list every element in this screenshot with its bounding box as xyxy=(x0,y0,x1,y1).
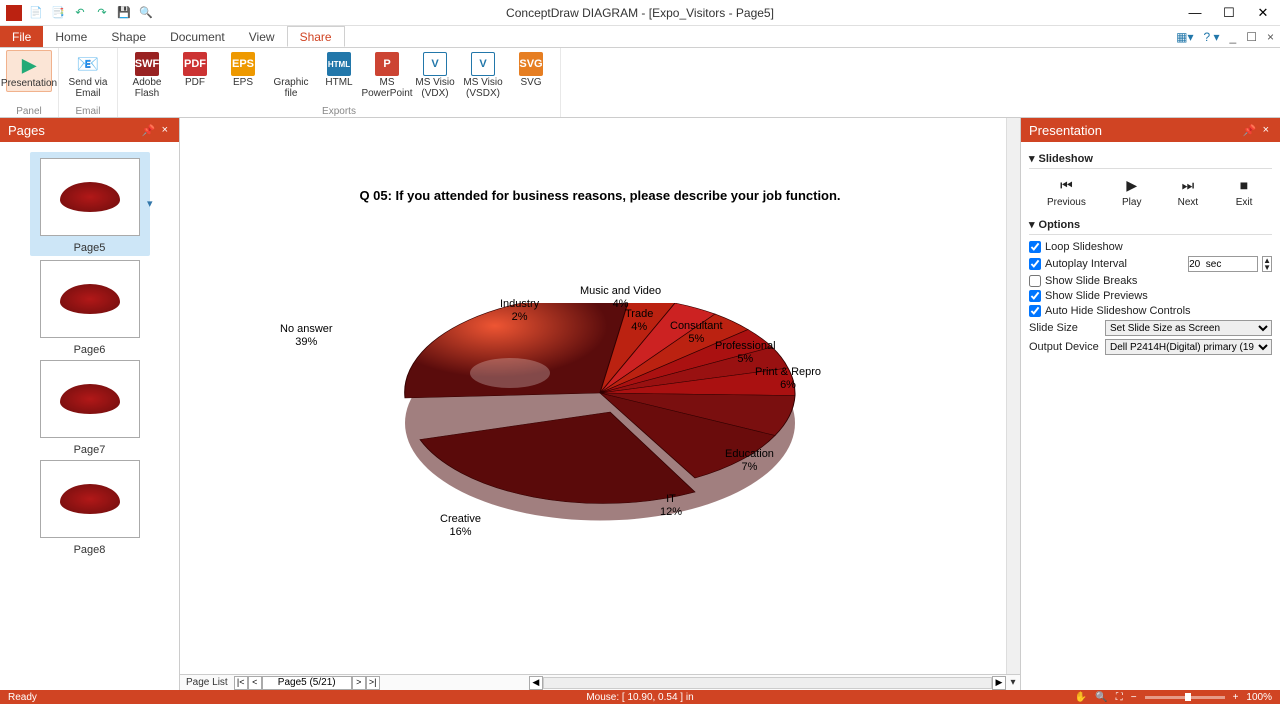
play-button[interactable]: ▶Play xyxy=(1122,175,1142,208)
previous-button[interactable]: ⏮Previous xyxy=(1047,175,1086,208)
close-panel-icon[interactable]: × xyxy=(159,124,171,136)
close-button[interactable]: ✕ xyxy=(1246,1,1280,25)
tab-file[interactable]: File xyxy=(0,26,43,47)
pres-close-icon[interactable]: × xyxy=(1260,124,1272,136)
pie-label: Print & Repro6% xyxy=(755,366,821,392)
qat-preview-icon[interactable]: 🔍 xyxy=(138,5,154,21)
zoom-in-button[interactable]: + xyxy=(1233,692,1239,703)
qat-open-icon[interactable]: 📑 xyxy=(50,5,66,21)
zoom-value: 100% xyxy=(1246,692,1272,703)
exit-button[interactable]: ■Exit xyxy=(1234,175,1254,208)
autoplay-value[interactable] xyxy=(1188,256,1258,272)
pages-panel-title: Pages xyxy=(8,123,45,138)
help-icon[interactable]: ? ▾ xyxy=(1204,30,1220,44)
hscroll-right[interactable]: ▶ xyxy=(992,676,1006,690)
collapse-icon[interactable]: ▾ xyxy=(1029,152,1035,165)
visio-vdx-button[interactable]: VMS Visio (VDX) xyxy=(412,50,458,101)
pie-label: No answer39% xyxy=(280,323,333,349)
zoom-out-button[interactable]: − xyxy=(1131,692,1137,703)
ribbon-minimize-icon[interactable]: _ xyxy=(1230,30,1237,44)
page-current-input[interactable] xyxy=(262,676,352,690)
hscroll-left[interactable]: ◀ xyxy=(529,676,543,690)
graphic-button[interactable]: 🖼Graphic file xyxy=(268,50,314,101)
zoom-slider[interactable] xyxy=(1145,696,1225,699)
tab-view[interactable]: View xyxy=(237,26,287,47)
page-list-label: Page List xyxy=(180,677,234,688)
pie-label: Industry2% xyxy=(500,298,539,324)
next-button[interactable]: ⏭Next xyxy=(1178,175,1199,208)
html-button[interactable]: HTMLHTML xyxy=(316,50,362,101)
page-last-button[interactable]: >| xyxy=(366,676,380,690)
stop-icon: ■ xyxy=(1234,175,1254,195)
qat-undo-icon[interactable]: ↶ xyxy=(72,5,88,21)
svg-button[interactable]: SVGSVG xyxy=(508,50,554,101)
pdf-button[interactable]: PDFPDF xyxy=(172,50,218,101)
email-icon: 📧 xyxy=(76,52,100,76)
status-mouse: Mouse: [ 10.90, 0.54 ] in xyxy=(586,692,693,703)
tab-home[interactable]: Home xyxy=(43,26,99,47)
slide-size-select[interactable]: Set Slide Size as Screen xyxy=(1105,320,1272,336)
pie-label: IT12% xyxy=(660,493,682,519)
pres-pin-icon[interactable]: 📌 xyxy=(1240,124,1260,137)
ribbon-restore-icon[interactable]: ☐ xyxy=(1246,30,1257,44)
visio-vsdx-button[interactable]: VMS Visio (VSDX) xyxy=(460,50,506,101)
ribbon-close-icon[interactable]: × xyxy=(1267,30,1274,44)
page-thumb-7[interactable]: Page7 xyxy=(30,360,150,456)
library-icon[interactable]: ▦▾ xyxy=(1176,30,1193,44)
qat-save-icon[interactable]: 💾 xyxy=(116,5,132,21)
loop-checkbox[interactable] xyxy=(1029,241,1041,253)
presentation-panel-title: Presentation xyxy=(1029,123,1102,138)
page-thumb-8[interactable]: Page8 xyxy=(30,460,150,556)
window-title: ConceptDraw DIAGRAM - [Expo_Visitors - P… xyxy=(506,6,774,20)
send-email-button[interactable]: 📧 Send via Email xyxy=(65,50,111,101)
zoom-icon[interactable]: 🔍 xyxy=(1095,692,1107,703)
page-next-button[interactable]: > xyxy=(352,676,366,690)
qat-redo-icon[interactable]: ↷ xyxy=(94,5,110,21)
next-icon: ⏭ xyxy=(1178,175,1198,195)
pie-label: Consultant5% xyxy=(670,320,723,346)
maximize-button[interactable]: ☐ xyxy=(1212,1,1246,25)
minimize-button[interactable]: — xyxy=(1178,1,1212,25)
presentation-button[interactable]: ▶ Presentation xyxy=(6,50,52,92)
autoplay-checkbox[interactable] xyxy=(1029,258,1041,270)
pie-label: Trade4% xyxy=(625,308,653,334)
chevron-down-icon[interactable]: ▾ xyxy=(147,197,153,210)
play-icon: ▶ xyxy=(1122,175,1142,195)
vertical-scrollbar[interactable] xyxy=(1006,118,1020,674)
previews-checkbox[interactable] xyxy=(1029,290,1041,302)
breaks-checkbox[interactable] xyxy=(1029,275,1041,287)
group-email-label: Email xyxy=(75,106,100,117)
page-thumb-6[interactable]: Page6 xyxy=(30,260,150,356)
status-ready: Ready xyxy=(8,692,37,703)
pin-icon[interactable]: 📌 xyxy=(139,124,159,137)
eps-button[interactable]: EPSEPS xyxy=(220,50,266,101)
group-exports-label: Exports xyxy=(322,106,356,117)
tab-document[interactable]: Document xyxy=(158,26,237,47)
pie-label: Education7% xyxy=(725,448,774,474)
page-prev-button[interactable]: < xyxy=(248,676,262,690)
hand-icon[interactable]: ✋ xyxy=(1075,692,1087,703)
pie-label: Professional5% xyxy=(715,340,776,366)
flash-button[interactable]: SWFAdobe Flash xyxy=(124,50,170,101)
page-thumb-5[interactable]: ▾ Page5 xyxy=(30,152,150,256)
spinner-icon[interactable]: ▲▼ xyxy=(1262,256,1272,272)
previous-icon: ⏮ xyxy=(1056,175,1076,195)
presentation-icon: ▶ xyxy=(17,53,41,77)
app-icon xyxy=(6,5,22,21)
fit-icon[interactable]: ⛶ xyxy=(1116,692,1123,703)
pie-label: Music and Video4% xyxy=(580,285,661,311)
page-first-button[interactable]: |< xyxy=(234,676,248,690)
tab-shape[interactable]: Shape xyxy=(99,26,158,47)
tab-share[interactable]: Share xyxy=(287,26,345,47)
qat-new-icon[interactable]: 📄 xyxy=(28,5,44,21)
pie-label: Creative16% xyxy=(440,513,481,539)
autohide-checkbox[interactable] xyxy=(1029,305,1041,317)
output-device-select[interactable]: Dell P2414H(Digital) primary (19 xyxy=(1105,339,1272,355)
image-icon: 🖼 xyxy=(279,52,303,76)
chart-title: Q 05: If you attended for business reaso… xyxy=(260,188,940,203)
powerpoint-button[interactable]: PMS PowerPoint xyxy=(364,50,410,101)
group-panel-label: Panel xyxy=(16,106,42,117)
pie-chart: No answer39%Creative16%IT12%Education7%P… xyxy=(320,263,880,563)
collapse-icon-2[interactable]: ▾ xyxy=(1029,218,1035,231)
